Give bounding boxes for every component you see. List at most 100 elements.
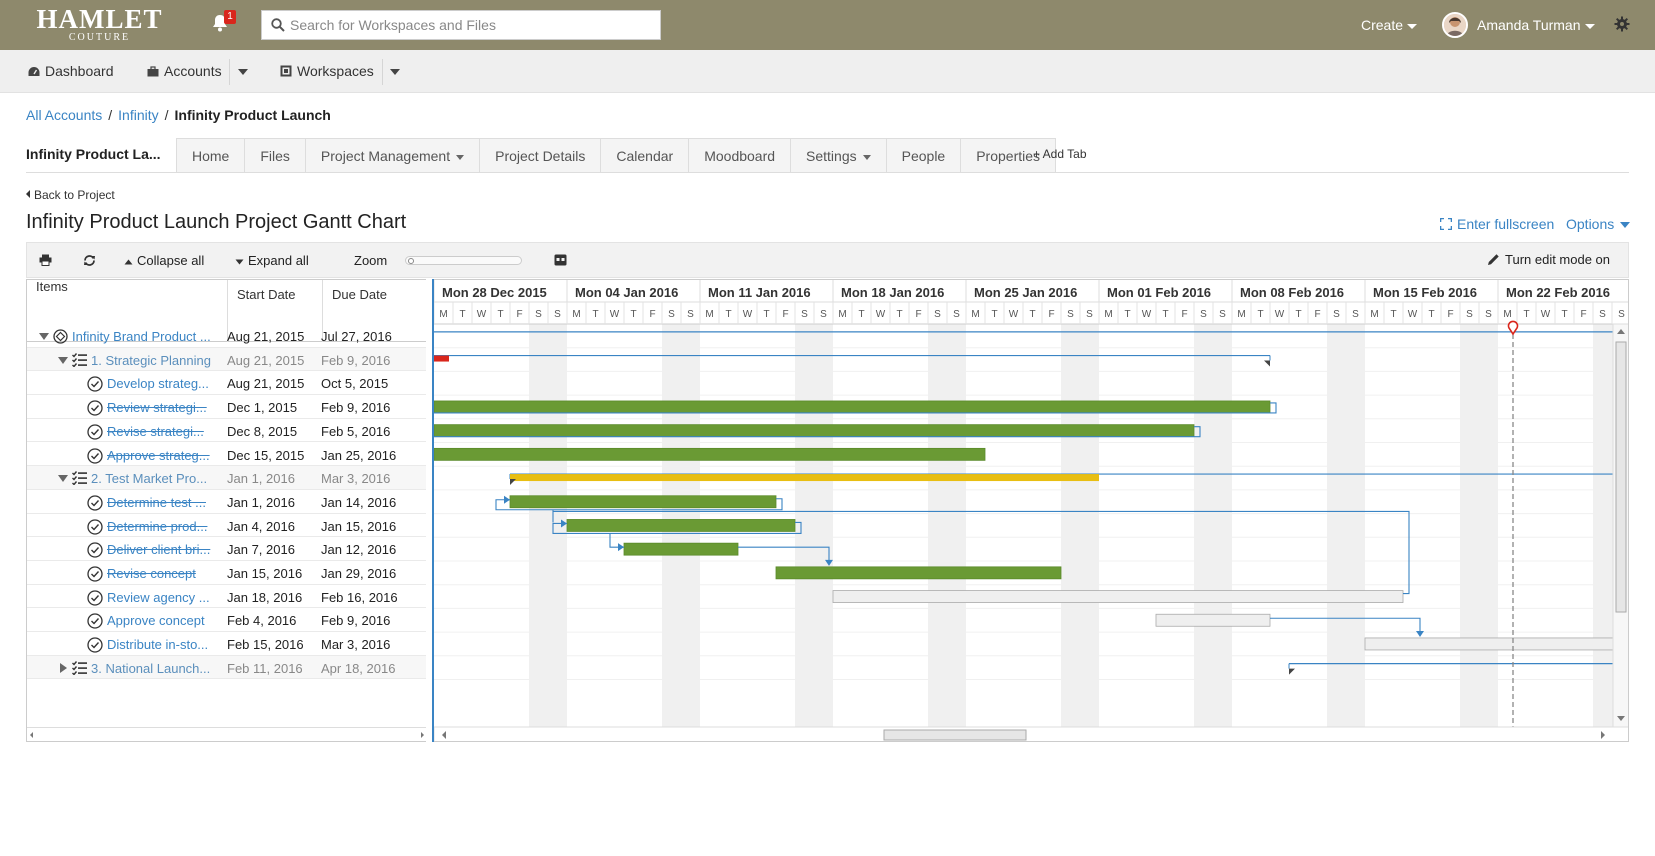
table-row[interactable]: Determine prod... Jan 4, 2016 Jan 15, 2016 bbox=[27, 514, 426, 538]
nav-accounts[interactable]: Accounts bbox=[147, 63, 222, 79]
table-row[interactable]: Review strategi... Dec 1, 2015 Feb 9, 2016 bbox=[27, 395, 426, 419]
zoom-slider-handle[interactable] bbox=[408, 258, 414, 264]
tab-calendar[interactable]: Calendar bbox=[600, 138, 689, 173]
check-circle-icon[interactable] bbox=[87, 495, 103, 514]
table-row[interactable]: Distribute in-sto... Feb 15, 2016 Mar 3, 2… bbox=[27, 632, 426, 656]
user-avatar[interactable] bbox=[1442, 12, 1468, 38]
task-name-link[interactable]: Approve concept bbox=[107, 613, 225, 628]
check-circle-icon[interactable] bbox=[87, 400, 103, 419]
table-row[interactable]: Deliver client bri... Jan 7, 2016 Jan 12, … bbox=[27, 537, 426, 561]
tab-settings[interactable]: Settings bbox=[790, 138, 886, 173]
back-to-project-link[interactable]: Back to Project bbox=[26, 188, 115, 202]
check-circle-icon[interactable] bbox=[87, 637, 103, 656]
table-row[interactable]: 2. Test Market Pro... Jan 1, 2016 Mar 3, 2… bbox=[27, 466, 426, 490]
task-name-link[interactable]: Determine prod... bbox=[107, 519, 225, 534]
create-menu-button[interactable]: Create bbox=[1361, 17, 1418, 33]
options-menu-button[interactable]: Options bbox=[1566, 216, 1631, 232]
tab-files[interactable]: Files bbox=[244, 138, 305, 173]
due-date-column-header[interactable]: Due Date bbox=[332, 287, 387, 302]
task-name-link[interactable]: Review agency ... bbox=[107, 590, 225, 605]
progress-bar[interactable] bbox=[510, 474, 1099, 482]
task-bar[interactable] bbox=[509, 495, 777, 509]
table-row[interactable]: Approve strateg... Dec 15, 2015 Jan 25, 20… bbox=[27, 443, 426, 467]
collapse-toggle-icon[interactable] bbox=[58, 475, 68, 483]
tab-people[interactable]: People bbox=[885, 138, 961, 173]
expand-toggle-icon[interactable] bbox=[60, 662, 67, 673]
add-tab-button[interactable]: + Add Tab bbox=[1033, 147, 1087, 161]
task-name-link[interactable]: Review strategi... bbox=[107, 400, 225, 415]
task-bar[interactable] bbox=[623, 542, 739, 556]
table-row[interactable]: Develop strateg... Aug 21, 2015 Oct 5, 201… bbox=[27, 371, 426, 396]
table-row[interactable]: Infinity Brand Product ... Aug 21, 2015 Ju… bbox=[27, 324, 426, 348]
columns-toggle-icon[interactable] bbox=[554, 254, 567, 269]
task-name-link[interactable]: 2. Test Market Pro... bbox=[91, 471, 225, 486]
horizontal-scrollbar[interactable] bbox=[434, 726, 1629, 742]
task-bar[interactable] bbox=[1155, 613, 1271, 627]
fullscreen-icon bbox=[1439, 217, 1453, 231]
check-circle-icon[interactable] bbox=[87, 518, 103, 538]
task-bar[interactable] bbox=[566, 519, 796, 532]
task-bar[interactable] bbox=[775, 566, 1062, 580]
task-name-link[interactable]: Distribute in-sto... bbox=[107, 637, 225, 652]
task-name-link[interactable]: Revise concept bbox=[107, 566, 225, 581]
items-column-header[interactable]: Items bbox=[36, 280, 68, 294]
tab-project-management[interactable]: Project Management bbox=[304, 138, 480, 173]
task-bar[interactable] bbox=[434, 400, 1271, 414]
task-bar[interactable] bbox=[832, 590, 1404, 603]
horizontal-scrollbar-thumb[interactable] bbox=[883, 729, 1027, 741]
check-circle-icon[interactable] bbox=[87, 542, 103, 561]
due-date-cell: Jan 15, 2016 bbox=[321, 518, 397, 534]
task-bar[interactable] bbox=[434, 424, 1195, 438]
collapse-toggle-icon[interactable] bbox=[39, 333, 49, 340]
breadcrumb-all-accounts[interactable]: All Accounts bbox=[26, 107, 102, 123]
start-date-column-header[interactable]: Start Date bbox=[237, 287, 296, 302]
task-name-link[interactable]: 1. Strategic Planning bbox=[91, 353, 225, 368]
workspaces-dropdown-chevron-icon[interactable] bbox=[390, 69, 400, 75]
task-name-link[interactable]: Revise strategi... bbox=[107, 424, 225, 439]
table-row[interactable]: Review agency ... Jan 18, 2016 Feb 16, 201… bbox=[27, 585, 426, 609]
print-icon[interactable] bbox=[39, 254, 52, 269]
vertical-scrollbar-thumb[interactable] bbox=[1615, 341, 1627, 613]
tab-moodboard[interactable]: Moodboard bbox=[688, 138, 791, 173]
table-row[interactable]: Revise strategi... Dec 8, 2015 Feb 5, 2016 bbox=[27, 419, 426, 443]
task-name-link[interactable]: 3. National Launch... bbox=[91, 661, 225, 676]
table-row[interactable]: 1. Strategic Planning Aug 21, 2015 Feb 9, … bbox=[27, 347, 426, 372]
task-name-link[interactable]: Deliver client bri... bbox=[107, 542, 225, 557]
table-row[interactable]: Revise concept Jan 15, 2016 Jan 29, 2016 bbox=[27, 561, 426, 585]
table-row[interactable]: Approve concept Feb 4, 2016 Feb 9, 2016 bbox=[27, 608, 426, 633]
refresh-icon[interactable] bbox=[83, 254, 96, 270]
nav-workspaces[interactable]: Workspaces bbox=[280, 63, 374, 79]
task-name-link[interactable]: Develop strateg... bbox=[107, 376, 225, 391]
tab-home[interactable]: Home bbox=[176, 138, 245, 173]
nav-dashboard[interactable]: Dashboard bbox=[28, 63, 114, 79]
task-name-link[interactable]: Infinity Brand Product ... bbox=[72, 329, 225, 344]
user-menu-button[interactable]: Amanda Turman bbox=[1477, 17, 1595, 33]
task-name-link[interactable]: Determine test ... bbox=[107, 495, 225, 510]
check-circle-icon[interactable] bbox=[87, 566, 103, 585]
collapse-all-button[interactable]: Collapse all bbox=[124, 253, 204, 268]
table-row[interactable]: 3. National Launch... Feb 11, 2016 Apr 18,… bbox=[27, 655, 426, 680]
gear-icon[interactable] bbox=[1614, 16, 1630, 35]
gantt-toolbar: Collapse all Expand all Zoom bbox=[26, 242, 1629, 278]
zoom-slider[interactable] bbox=[405, 256, 522, 265]
enter-fullscreen-button[interactable]: Enter fullscreen bbox=[1439, 216, 1554, 232]
check-circle-icon[interactable] bbox=[87, 447, 103, 467]
check-circle-icon[interactable] bbox=[87, 376, 103, 395]
task-bar[interactable] bbox=[1364, 637, 1629, 651]
task-name-link[interactable]: Approve strateg... bbox=[107, 448, 225, 463]
edit-mode-toggle[interactable]: Turn edit mode on bbox=[1487, 252, 1610, 267]
check-circle-icon[interactable] bbox=[87, 424, 103, 443]
breadcrumb-infinity[interactable]: Infinity bbox=[118, 107, 158, 123]
collapse-toggle-icon[interactable] bbox=[58, 356, 68, 364]
accounts-dropdown-chevron-icon[interactable] bbox=[238, 69, 248, 75]
task-bar[interactable] bbox=[434, 447, 986, 461]
grid-horizontal-scrollbar[interactable] bbox=[27, 727, 426, 741]
table-row[interactable]: Determine test ... Jan 1, 2016 Jan 14, 201… bbox=[27, 490, 426, 514]
check-circle-icon[interactable] bbox=[87, 613, 103, 632]
expand-all-button[interactable]: Expand all bbox=[235, 253, 309, 268]
brand-logo[interactable]: HAMLET COUTURE bbox=[32, 6, 167, 46]
tab-project-details[interactable]: Project Details bbox=[479, 138, 601, 173]
check-circle-icon[interactable] bbox=[87, 590, 103, 609]
overdue-marker bbox=[434, 355, 449, 362]
search-input[interactable] bbox=[290, 11, 655, 39]
